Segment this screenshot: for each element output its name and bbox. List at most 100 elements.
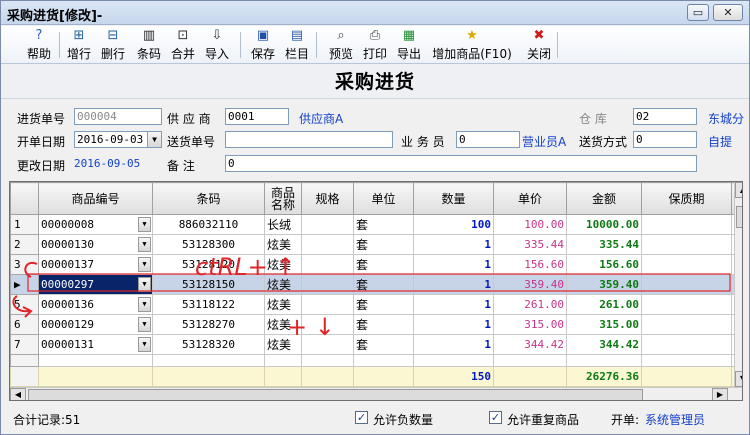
amount-cell[interactable]: 359.40 bbox=[566, 274, 642, 295]
chevron-down-icon[interactable]: ▼ bbox=[147, 132, 161, 147]
scroll-left-icon[interactable]: ◀ bbox=[10, 388, 26, 400]
barcode-cell[interactable]: 53118122 bbox=[152, 294, 265, 315]
warehouse-code-field[interactable]: 02 bbox=[633, 108, 697, 125]
shelf-life-cell[interactable] bbox=[641, 254, 732, 275]
vertical-scroll-thumb[interactable] bbox=[736, 206, 742, 228]
amount-cell[interactable]: 335.44 bbox=[566, 234, 642, 255]
allow-duplicate-checkbox[interactable]: ✓ bbox=[489, 411, 502, 424]
quantity-cell[interactable]: 1 bbox=[413, 314, 494, 335]
chevron-down-icon[interactable]: ▼ bbox=[138, 337, 151, 352]
warehouse-name-link[interactable]: 东城分 bbox=[708, 110, 744, 127]
scroll-down-icon[interactable]: ▼ bbox=[735, 371, 742, 387]
shelf-life-cell[interactable] bbox=[641, 234, 732, 255]
import-button[interactable]: ⇩ 导入 bbox=[201, 28, 233, 62]
product-code-cell[interactable]: 00000008 ▼ bbox=[38, 214, 153, 235]
table-row[interactable]: 3 00000137 ▼ 53128120 炫美套 1 156.60 156.60 bbox=[10, 254, 737, 275]
product-name-cell[interactable]: 长绒 bbox=[264, 214, 302, 235]
spec-cell[interactable] bbox=[301, 314, 354, 335]
barcode-cell[interactable]: 53128270 bbox=[152, 314, 265, 335]
preview-button[interactable]: ⌕ 预览 bbox=[325, 28, 357, 62]
unit-cell[interactable]: 套 bbox=[353, 234, 414, 255]
amount-cell[interactable]: 261.00 bbox=[566, 294, 642, 315]
column-header-product-code[interactable]: 商品编号 bbox=[38, 182, 153, 215]
open-date-picker[interactable]: 2016-09-03 ▼ bbox=[74, 131, 162, 148]
salesman-name-link[interactable]: 营业员A bbox=[522, 133, 566, 150]
vertical-scrollbar[interactable]: ▲ ▼ bbox=[734, 182, 742, 387]
supplier-name-link[interactable]: 供应商A bbox=[299, 110, 343, 127]
unit-cell[interactable]: 套 bbox=[353, 314, 414, 335]
barcode-cell[interactable]: 53128320 bbox=[152, 334, 265, 355]
remark-field[interactable]: 0 bbox=[225, 155, 697, 172]
barcode-cell[interactable]: 53128150 bbox=[152, 274, 265, 295]
table-row[interactable]: ▶ 00000297 ▼ 53128150 炫美套 1 359.40 359.40 bbox=[10, 274, 737, 295]
chevron-down-icon[interactable]: ▼ bbox=[138, 297, 151, 312]
product-name-cell[interactable]: 炫美 bbox=[264, 274, 302, 295]
amount-cell[interactable]: 156.60 bbox=[566, 254, 642, 275]
unit-price-cell[interactable]: 344.42 bbox=[493, 334, 567, 355]
minimize-button[interactable]: ▭ bbox=[687, 4, 709, 21]
shelf-life-cell[interactable] bbox=[641, 334, 732, 355]
allow-negative-checkbox[interactable]: ✓ bbox=[355, 411, 368, 424]
unit-cell[interactable]: 套 bbox=[353, 294, 414, 315]
delivery-no-field[interactable] bbox=[225, 131, 393, 148]
unit-price-cell[interactable]: 261.00 bbox=[493, 294, 567, 315]
add-row-button[interactable]: ⊞ 增行 bbox=[63, 28, 95, 62]
spec-cell[interactable] bbox=[301, 334, 354, 355]
unit-price-cell[interactable]: 359.40 bbox=[493, 274, 567, 295]
product-name-cell[interactable]: 炫美 bbox=[264, 254, 302, 275]
product-code-cell[interactable]: 00000137 ▼ bbox=[38, 254, 153, 275]
column-header-unit-price[interactable]: 单价 bbox=[493, 182, 567, 215]
close-button[interactable]: ✖ 关闭 bbox=[523, 28, 555, 62]
barcode-button[interactable]: ▥ 条码 bbox=[133, 28, 165, 62]
spec-cell[interactable] bbox=[301, 294, 354, 315]
spec-cell[interactable] bbox=[301, 214, 354, 235]
amount-cell[interactable]: 315.00 bbox=[566, 314, 642, 335]
spec-cell[interactable] bbox=[301, 254, 354, 275]
unit-price-cell[interactable]: 156.60 bbox=[493, 254, 567, 275]
horizontal-scrollbar[interactable]: ◀ ▶ bbox=[10, 387, 742, 400]
product-code-cell[interactable]: 00000130 ▼ bbox=[38, 234, 153, 255]
shelf-life-cell[interactable] bbox=[641, 314, 732, 335]
spec-cell[interactable] bbox=[301, 274, 354, 295]
chevron-down-icon[interactable]: ▼ bbox=[138, 317, 151, 332]
quantity-cell[interactable]: 100 bbox=[413, 214, 494, 235]
column-header-amount[interactable]: 金额 bbox=[566, 182, 642, 215]
chevron-down-icon[interactable]: ▼ bbox=[138, 257, 151, 272]
order-no-field[interactable]: 000004 bbox=[74, 108, 162, 125]
spec-cell[interactable] bbox=[301, 234, 354, 255]
merge-button[interactable]: ⊡ 合并 bbox=[167, 28, 199, 62]
unit-cell[interactable]: 套 bbox=[353, 334, 414, 355]
quantity-cell[interactable]: 1 bbox=[413, 274, 494, 295]
chevron-down-icon[interactable]: ▼ bbox=[138, 277, 151, 292]
barcode-cell[interactable]: 886032110 bbox=[152, 214, 265, 235]
add-product-button[interactable]: ★ 增加商品(F10) bbox=[429, 28, 515, 62]
amount-cell[interactable]: 344.42 bbox=[566, 334, 642, 355]
scroll-right-icon[interactable]: ▶ bbox=[712, 388, 728, 400]
amount-cell[interactable]: 10000.00 bbox=[566, 214, 642, 235]
unit-cell[interactable]: 套 bbox=[353, 274, 414, 295]
barcode-cell[interactable]: 53128300 bbox=[152, 234, 265, 255]
column-header-unit[interactable]: 单位 bbox=[353, 182, 414, 215]
barcode-cell[interactable]: 53128120 bbox=[152, 254, 265, 275]
save-button[interactable]: ▣ 保存 bbox=[247, 28, 279, 62]
product-code-cell[interactable]: 00000131 ▼ bbox=[38, 334, 153, 355]
delivery-method-code-field[interactable]: 0 bbox=[633, 131, 697, 148]
product-name-cell[interactable]: 炫美 bbox=[264, 334, 302, 355]
unit-price-cell[interactable]: 315.00 bbox=[493, 314, 567, 335]
unit-price-cell[interactable]: 100.00 bbox=[493, 214, 567, 235]
quantity-cell[interactable]: 1 bbox=[413, 334, 494, 355]
window-close-button[interactable]: ✕ bbox=[713, 4, 743, 21]
column-header-barcode[interactable]: 条码 bbox=[152, 182, 265, 215]
shelf-life-cell[interactable] bbox=[641, 214, 732, 235]
table-row[interactable]: 2 00000130 ▼ 53128300 炫美套 1 335.44 335.44 bbox=[10, 234, 737, 255]
table-row[interactable]: 6 00000129 ▼ 53128270 炫美套 1 315.00 315.00 bbox=[10, 314, 737, 335]
chevron-down-icon[interactable]: ▼ bbox=[138, 217, 151, 232]
table-row[interactable]: 7 00000131 ▼ 53128320 炫美套 1 344.42 344.42 bbox=[10, 334, 737, 355]
quantity-cell[interactable]: 1 bbox=[413, 234, 494, 255]
unit-cell[interactable]: 套 bbox=[353, 254, 414, 275]
unit-price-cell[interactable]: 335.44 bbox=[493, 234, 567, 255]
columns-button[interactable]: ▤ 栏目 bbox=[281, 28, 313, 62]
scroll-up-icon[interactable]: ▲ bbox=[735, 182, 742, 198]
product-name-cell[interactable]: 炫美 bbox=[264, 314, 302, 335]
column-header-shelf-life[interactable]: 保质期 bbox=[641, 182, 732, 215]
